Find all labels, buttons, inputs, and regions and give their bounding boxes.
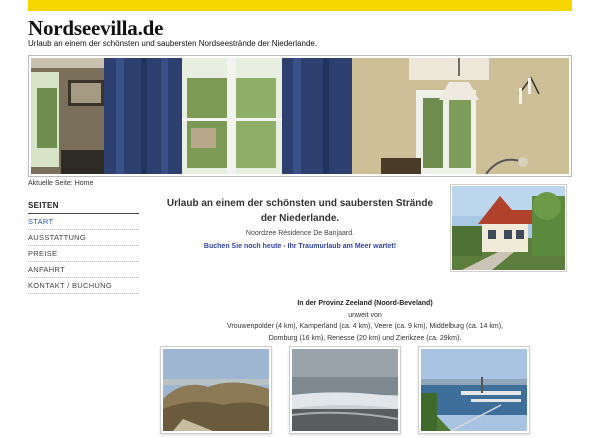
intro-section: Urlaub an einem der schönsten und sauber… xyxy=(160,196,440,250)
sidebar-item-start[interactable]: START xyxy=(28,214,139,230)
sidebar-item-ausstattung[interactable]: AUSSTATTUNG xyxy=(28,230,139,246)
location-line-2: Vrouwenpolder (4 km), Kamperland (ca. 4 … xyxy=(227,323,503,330)
breadcrumb-current: Home xyxy=(74,180,94,187)
site-tagline: Urlaub an einem der schönsten und sauber… xyxy=(28,39,318,48)
sidebar-item-kontakt-buchung[interactable]: KONTAKT / BUCHUNG xyxy=(28,278,139,294)
booking-cta-link[interactable]: Buchen Sie noch heute - Ihr Traumurlaub … xyxy=(160,243,440,250)
location-line-1: unweit von xyxy=(348,311,382,319)
house-photo[interactable] xyxy=(450,184,567,272)
thumbnail-beach[interactable] xyxy=(289,346,401,434)
photo-beach xyxy=(292,349,398,431)
hero-photo-interior xyxy=(31,58,569,174)
thumbnail-harbor[interactable] xyxy=(418,346,530,434)
location-section: In der Provinz Zeeland (Noord-Beveland) … xyxy=(160,298,570,344)
photo-harbor xyxy=(421,349,527,431)
thumbnail-dunes[interactable] xyxy=(160,346,272,434)
breadcrumb-prefix: Aktuelle Seite: xyxy=(28,180,73,187)
sidebar-heading: SEITEN xyxy=(28,200,139,214)
location-heading: In der Provinz Zeeland (Noord-Beveland) xyxy=(297,300,433,307)
sidebar-item-preise[interactable]: PREISE xyxy=(28,246,139,262)
photo-dunes xyxy=(163,349,269,431)
house-image xyxy=(452,186,565,270)
intro-title: Urlaub an einem der schönsten und sauber… xyxy=(166,198,434,224)
site-title[interactable]: Nordseevilla.de xyxy=(28,16,163,41)
hero-image xyxy=(28,55,572,177)
intro-subtitle: Noordzee Résidence De Banjaard. xyxy=(245,230,355,237)
location-line-3: Domburg (16 km), Renesse (20 km) und Zie… xyxy=(268,334,462,342)
breadcrumb: Aktuelle Seite: Home xyxy=(28,180,93,187)
sidebar-item-anfahrt[interactable]: ANFAHRT xyxy=(28,262,139,278)
top-accent-bar xyxy=(28,0,572,11)
sidebar-nav: SEITEN START AUSSTATTUNG PREISE ANFAHRT … xyxy=(28,200,139,294)
